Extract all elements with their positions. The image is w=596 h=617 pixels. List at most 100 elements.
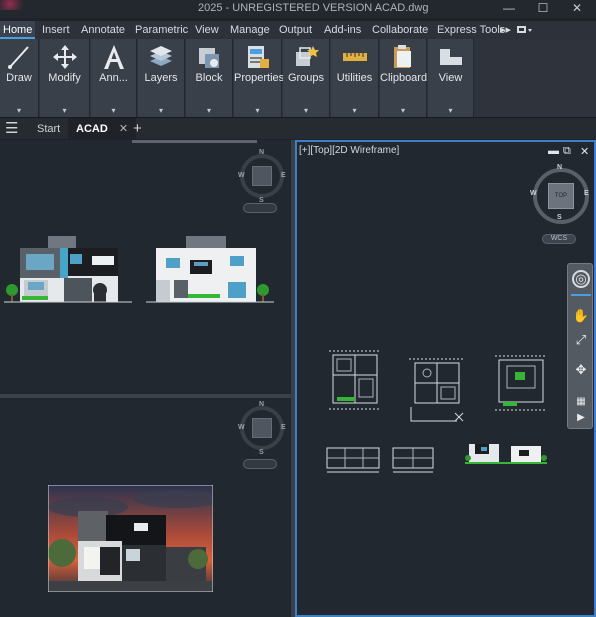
window-title: 2025 - UNREGISTERED VERSION ACAD.dwg: [198, 2, 429, 14]
groups-dropdown-icon[interactable]: ▾: [283, 106, 329, 115]
app-logo-icon: [0, 0, 28, 10]
title-bar: 2025 - UNREGISTERED VERSION ACAD.dwg — ☐…: [0, 0, 596, 18]
viewport-minimize-icon[interactable]: ▬: [548, 145, 559, 157]
compass-east: E: [281, 172, 286, 179]
clipboard-label: Clipboard: [380, 72, 428, 84]
viewport-view-label[interactable]: [+][Top][2D Wireframe]: [299, 145, 399, 156]
utilities-label: Utilities: [336, 72, 373, 84]
modify-dropdown-icon[interactable]: ▾: [40, 106, 89, 115]
compass-west-main: W: [530, 190, 537, 197]
zoom-extents-icon[interactable]: ⤢: [571, 330, 591, 350]
house-render-image: [48, 485, 213, 592]
start-tab[interactable]: Start: [37, 118, 60, 140]
close-tab-icon[interactable]: ✕: [119, 123, 128, 135]
viewcube-top-face[interactable]: TOP: [548, 183, 574, 209]
maximize-button[interactable]: ☐: [528, 0, 558, 18]
properties-panel[interactable]: Properties ▾: [234, 39, 285, 117]
annotation-dropdown-icon[interactable]: ▾: [91, 106, 136, 115]
house-elevation-rear: [146, 236, 274, 303]
view-panel[interactable]: View ▾: [428, 39, 474, 117]
tab-output[interactable]: Output: [279, 21, 312, 39]
properties-icon: [247, 46, 269, 68]
block-dropdown-icon[interactable]: ▾: [186, 106, 232, 115]
section-drawing-2: [392, 447, 434, 473]
steering-wheel-icon[interactable]: ◎: [572, 270, 590, 288]
draw-dropdown-icon[interactable]: ▾: [0, 106, 38, 115]
block-label: Block: [195, 72, 223, 84]
viewport-close-icon[interactable]: ✕: [580, 145, 589, 158]
block-insert-icon: [199, 48, 219, 68]
wcs-badge-main[interactable]: WCS: [542, 234, 576, 244]
compass-west-2: W: [238, 424, 245, 431]
modify-label: Modify: [48, 72, 81, 84]
tab-view[interactable]: View: [195, 21, 219, 39]
minimize-button[interactable]: —: [494, 0, 524, 18]
tab-collaborate[interactable]: Collaborate: [372, 21, 428, 39]
view-label: View: [438, 72, 463, 84]
properties-label: Properties: [234, 72, 285, 84]
viewport-right-active[interactable]: [+][Top][2D Wireframe] ▬ ⧉ ✕ TOP N S W E…: [295, 140, 596, 617]
floor-plan-3: [495, 355, 547, 411]
compass-east-2: E: [281, 424, 286, 431]
viewcube-face[interactable]: [252, 166, 272, 186]
showmotion-play-icon[interactable]: ▶: [571, 408, 591, 428]
clipboard-panel[interactable]: Clipboard ▾: [380, 39, 427, 117]
tab-manage[interactable]: Manage: [230, 21, 270, 39]
new-tab-icon[interactable]: +: [133, 118, 142, 140]
draw-panel[interactable]: Draw ▾: [0, 39, 39, 117]
view-icon: [439, 49, 462, 65]
compass-south-2: S: [259, 449, 264, 456]
draw-label: Draw: [6, 72, 32, 84]
navigation-bar: ◎ ✋ ⤢ ✥ ▦ ▶: [567, 263, 593, 429]
pan-hand-icon[interactable]: ✋: [571, 306, 591, 326]
utilities-dropdown-icon[interactable]: ▾: [331, 106, 378, 115]
properties-dropdown-icon[interactable]: ▾: [234, 106, 281, 115]
clipboard-dropdown-icon[interactable]: ▾: [380, 106, 426, 115]
compass-north-main: N: [557, 164, 563, 171]
clipped-text-line: [132, 140, 257, 143]
tab-express-tools[interactable]: Express Tools: [437, 21, 505, 39]
ruler-icon: [342, 53, 367, 61]
layers-panel[interactable]: Layers ▾: [138, 39, 185, 117]
viewport-bottom-left[interactable]: N S W E: [0, 398, 291, 617]
compass-north: N: [259, 149, 265, 156]
viewport-restore-icon[interactable]: ⧉: [563, 145, 571, 158]
tab-annotate[interactable]: Annotate: [81, 21, 125, 39]
nav-separator: [571, 294, 591, 296]
document-tab-bar: ☰ Start ACAD ✕ +: [0, 117, 596, 140]
autocad-window: 2025 - UNREGISTERED VERSION ACAD.dwg — ☐…: [0, 0, 596, 617]
more-tabs-icon[interactable]: ▸▸: [500, 21, 511, 39]
wcs-badge[interactable]: [243, 203, 277, 213]
groups-icon: [296, 46, 319, 66]
tab-insert[interactable]: Insert: [42, 21, 70, 39]
viewcube-face-2[interactable]: [252, 418, 272, 438]
ribbon-tab-bar: Home Insert Annotate Parametric View Man…: [0, 21, 596, 39]
layers-icon: [150, 46, 172, 66]
annotation-panel[interactable]: Ann... ▾: [91, 39, 137, 117]
ribbon: Draw ▾ Modify ▾ Ann... ▾ Layers ▾ Block …: [0, 39, 596, 117]
wcs-badge-2[interactable]: [243, 459, 277, 469]
modify-panel[interactable]: Modify ▾: [40, 39, 90, 117]
orbit-icon[interactable]: ✥: [571, 360, 591, 380]
tab-parametric[interactable]: Parametric: [135, 21, 188, 39]
floor-plan-1: [329, 350, 381, 410]
text-a-icon: [103, 45, 124, 69]
acad-tab-label: ACAD: [76, 123, 108, 135]
view-dropdown-icon[interactable]: ▾: [428, 106, 473, 115]
elevations-thumbnail: [465, 444, 547, 464]
layers-dropdown-icon[interactable]: ▾: [138, 106, 184, 115]
groups-panel[interactable]: Groups ▾: [283, 39, 330, 117]
section-drawing-1: [326, 447, 380, 473]
close-window-button[interactable]: ✕: [562, 0, 592, 18]
tab-add-ins[interactable]: Add-ins: [324, 21, 361, 39]
utilities-panel[interactable]: Utilities ▾: [331, 39, 379, 117]
app-menu-icon[interactable]: ☰: [5, 118, 18, 140]
draw-line-icon: [8, 46, 29, 69]
workspace-toggle-icon[interactable]: [516, 21, 534, 39]
tab-home[interactable]: Home: [0, 21, 36, 39]
block-panel[interactable]: Block ▾: [186, 39, 233, 117]
acad-tab[interactable]: ACAD ✕: [68, 118, 137, 140]
house-elevation-front: [4, 236, 132, 303]
viewport-top-left[interactable]: N S W E: [0, 140, 291, 394]
groups-label: Groups: [287, 72, 325, 84]
